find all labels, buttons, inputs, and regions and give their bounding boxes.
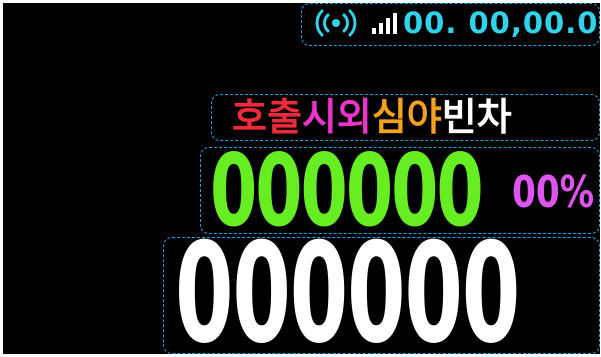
display-screen: 00. 00,00.00 호출시외심야빈차 000000 00% 000000 — [3, 3, 600, 354]
broadcast-icon — [315, 9, 357, 37]
main-counter: 000000 — [175, 213, 520, 355]
signal-bars-icon — [372, 13, 397, 34]
datetime-display: 00. 00,00.00 — [403, 6, 600, 40]
fare-percent: 00% — [512, 167, 595, 218]
